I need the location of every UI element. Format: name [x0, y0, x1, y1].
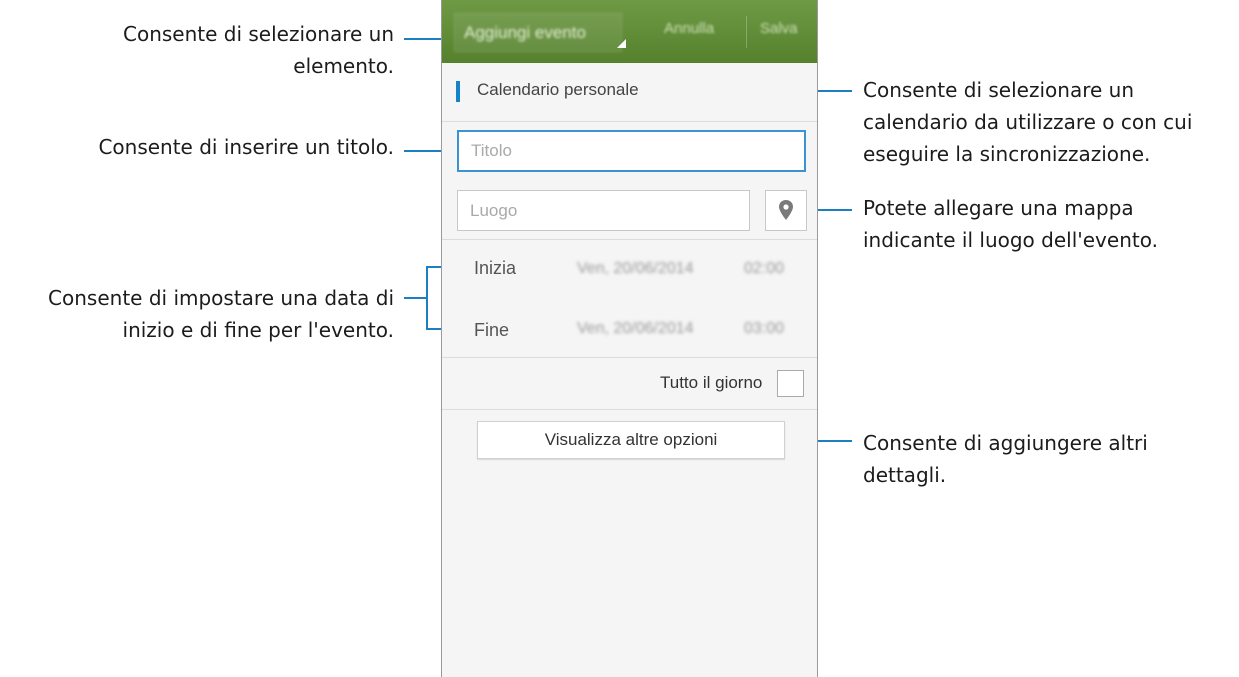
callout-line: Consente di selezionare un: [123, 22, 394, 46]
calendar-selector[interactable]: Calendario personale: [442, 63, 817, 122]
start-date[interactable]: Ven, 20/06/2014: [577, 260, 694, 278]
callout-select-calendar: Consente di selezionare un calendario da…: [863, 74, 1192, 170]
end-label: Fine: [474, 320, 510, 340]
callout-select-item: Consente di selezionare un elemento.: [123, 18, 394, 82]
start-label: Inizia: [474, 258, 517, 278]
divider: [442, 357, 817, 358]
action-separator: [746, 16, 747, 48]
callout-line: indicante il luogo dell'evento.: [863, 228, 1158, 252]
callout-line: Consente di inserire un titolo.: [98, 135, 394, 159]
start-time[interactable]: 02:00: [744, 260, 784, 278]
spinner-caret-icon: [617, 39, 626, 48]
end-time[interactable]: 03:00: [744, 320, 784, 338]
callout-attach-map: Potete allegare una mappa indicante il l…: [863, 192, 1158, 256]
event-type-spinner[interactable]: Aggiungi evento: [454, 13, 622, 52]
divider: [442, 239, 817, 240]
callout-line: Potete allegare una mappa: [863, 196, 1134, 220]
all-day-checkbox[interactable]: [777, 370, 804, 397]
cancel-button[interactable]: Annulla: [664, 20, 714, 37]
map-button[interactable]: [765, 190, 807, 231]
callout-enter-title: Consente di inserire un titolo.: [98, 131, 394, 163]
leader-set-dates-vertical: [426, 266, 428, 330]
action-bar: Aggiungi evento Annulla Salva: [442, 0, 817, 63]
leader-set-dates: [404, 297, 428, 299]
callout-line: inizio e di fine per l'evento.: [122, 318, 394, 342]
map-pin-icon: [779, 200, 793, 220]
calendar-label: Calendario personale: [477, 80, 639, 99]
callout-line: eseguire la sincronizzazione.: [863, 142, 1151, 166]
callout-line: Consente di selezionare un: [863, 78, 1134, 102]
callout-line: Consente di impostare una data di: [48, 286, 394, 310]
callout-line: Consente di aggiungere altri: [863, 431, 1148, 455]
callout-line: dettagli.: [863, 463, 947, 487]
callout-add-details: Consente di aggiungere altri dettagli.: [863, 427, 1148, 491]
title-input[interactable]: [457, 130, 806, 172]
callout-set-dates: Consente di impostare una data di inizio…: [48, 282, 394, 346]
callout-line: elemento.: [293, 54, 394, 78]
all-day-label: Tutto il giorno: [660, 373, 763, 392]
end-date[interactable]: Ven, 20/06/2014: [577, 320, 694, 338]
phone-screen: Aggiungi evento Annulla Salva Calendario…: [441, 0, 818, 677]
location-input[interactable]: [457, 190, 750, 231]
more-options-button[interactable]: Visualizza altre opzioni: [477, 421, 785, 459]
divider: [442, 409, 817, 410]
calendar-color-bar: [456, 81, 460, 102]
callout-line: calendario da utilizzare o con cui: [863, 110, 1193, 134]
save-button[interactable]: Salva: [760, 20, 798, 37]
